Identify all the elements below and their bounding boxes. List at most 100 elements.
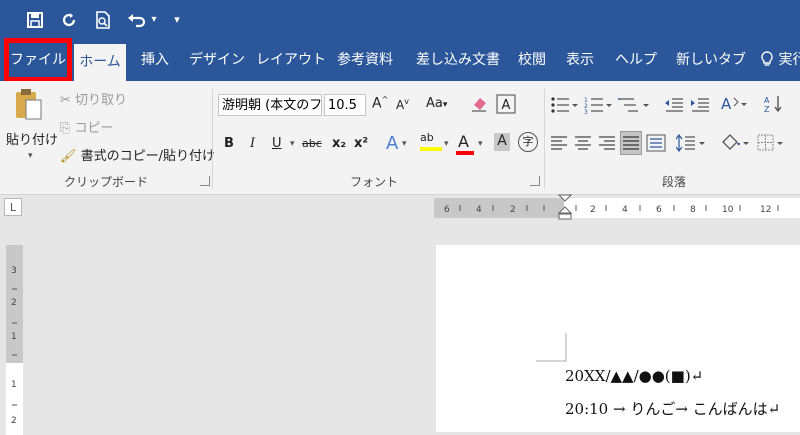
tab-references[interactable]: 参考資料 — [330, 40, 400, 81]
align-left-icon[interactable] — [550, 135, 568, 155]
cut-button[interactable]: ✂ 切り取り — [60, 89, 127, 108]
italic-button[interactable]: I — [250, 136, 255, 151]
tab-design[interactable]: デザイン — [186, 40, 248, 81]
horizontal-ruler[interactable]: 6 4 2 2 4 6 8 10 12 — [434, 194, 800, 220]
tab-view[interactable]: 表示 — [562, 40, 598, 81]
svg-text:A: A — [721, 95, 732, 113]
text-effects-button[interactable]: A — [386, 133, 398, 154]
print-preview-icon[interactable] — [92, 8, 114, 32]
font-launcher-icon[interactable] — [530, 176, 540, 186]
align-right-icon[interactable] — [598, 135, 616, 155]
ruler-tick-label: 2 — [11, 298, 17, 308]
undo-icon[interactable] — [126, 8, 148, 32]
cut-label: 切り取り — [75, 93, 128, 108]
asian-layout-icon[interactable]: A — [720, 94, 748, 118]
enclose-characters-button[interactable]: 字 — [518, 132, 538, 152]
tab-new[interactable]: 新しいタブ — [674, 40, 748, 81]
clipboard-launcher-icon[interactable] — [200, 176, 210, 186]
borders-icon[interactable] — [756, 133, 786, 157]
decrease-indent-icon[interactable] — [664, 96, 684, 118]
document-page[interactable]: 20XX/▲▲/●●(■)↵ 20:10 → りんご→ こんばんは↵ — [436, 245, 800, 432]
format-painter-button[interactable]: 🖌 書式のコピー/貼り付け — [60, 145, 215, 164]
line-spacing-icon[interactable] — [675, 134, 706, 156]
grow-font-button[interactable]: A^ — [372, 95, 388, 112]
align-center-icon[interactable] — [574, 135, 592, 155]
copy-label: コピー — [74, 121, 114, 136]
paste-button[interactable]: 貼り付け — [6, 129, 58, 148]
font-size-input[interactable]: 10.5 — [324, 94, 366, 116]
tab-tell-me[interactable]: 実行 — [760, 40, 800, 81]
underline-dropdown-icon[interactable]: ▾ — [290, 139, 295, 149]
justify-icon[interactable] — [620, 131, 642, 155]
lightbulb-icon — [760, 51, 778, 68]
paragraph-group-label: 段落 — [662, 175, 687, 189]
bullets-icon[interactable] — [550, 96, 580, 118]
ruler-tick-label: 3 — [11, 266, 17, 276]
change-case-button[interactable]: Aa▾ — [426, 96, 447, 111]
increase-indent-icon[interactable] — [690, 96, 710, 118]
vertical-ruler[interactable]: 3 2 1 1 2 — [6, 245, 23, 435]
highlight-dropdown-icon[interactable]: ▾ — [444, 139, 449, 149]
scissors-icon: ✂ — [60, 93, 71, 108]
shading-icon[interactable] — [720, 133, 750, 157]
customize-qat-button[interactable]: ▾ — [170, 8, 184, 32]
highlight-color-bar — [420, 147, 442, 151]
svg-text:A: A — [764, 96, 770, 105]
tab-insert[interactable]: 挿入 — [134, 40, 176, 81]
distributed-icon[interactable] — [646, 134, 666, 156]
ruler-tick-label: 6 — [656, 205, 662, 215]
strikethrough-button[interactable]: abc — [302, 137, 322, 150]
highlight-button[interactable]: ab — [420, 131, 434, 144]
tab-layout[interactable]: レイアウト — [256, 40, 326, 81]
autosave-refresh-icon[interactable] — [58, 8, 80, 32]
tab-review[interactable]: 校閲 — [514, 40, 550, 81]
clear-formatting-icon[interactable] — [470, 95, 490, 117]
document-line-1[interactable]: 20XX/▲▲/●●(■)↵ — [565, 367, 703, 385]
tab-selector[interactable]: L — [4, 198, 22, 216]
paste-dropdown-icon[interactable]: ▾ — [28, 151, 33, 161]
underline-button[interactable]: U — [272, 136, 282, 151]
ribbon-tabs: ホーム 挿入 デザイン レイアウト 参考資料 差し込み文書 校閲 表示 ヘルプ … — [0, 40, 800, 81]
multilevel-list-icon[interactable] — [618, 96, 652, 118]
grow-font-label: A — [372, 95, 382, 112]
ruler-tick-label: 2 — [590, 205, 596, 215]
numbering-icon[interactable]: 123 — [584, 96, 614, 118]
superscript-button[interactable]: x² — [354, 136, 368, 151]
ruler-tick-label: 4 — [622, 205, 628, 215]
shrink-font-button[interactable]: Av — [396, 97, 409, 112]
ruler-tick-label: 6 — [444, 205, 450, 215]
ruler-ticks: 3 2 1 1 2 — [11, 266, 17, 426]
sort-icon[interactable]: AZ — [764, 94, 784, 118]
paste-icon[interactable] — [14, 87, 44, 125]
change-case-label: Aa — [426, 96, 443, 111]
ruler-tick-label: 1 — [11, 332, 17, 342]
font-group-label: フォント — [350, 175, 399, 189]
character-shading-button[interactable]: A — [494, 133, 510, 151]
tab-file[interactable]: ファイル — [4, 38, 72, 82]
format-painter-label: 書式のコピー/貼り付け — [80, 149, 216, 164]
bold-button[interactable]: B — [224, 136, 234, 151]
text-effects-dropdown-icon[interactable]: ▾ — [402, 139, 407, 149]
shrink-font-label: A — [396, 98, 405, 112]
divider — [544, 89, 545, 189]
character-border-icon[interactable]: A — [496, 94, 516, 118]
document-line-2[interactable]: 20:10 → りんご→ こんばんは↵ — [565, 398, 780, 419]
font-color-button[interactable]: A — [458, 132, 469, 151]
tab-help[interactable]: ヘルプ — [614, 40, 658, 81]
clipboard-group-label: クリップボード — [64, 175, 149, 189]
ruler-tick-label: 4 — [476, 205, 482, 215]
tab-home[interactable]: ホーム — [74, 44, 126, 81]
font-name-input[interactable]: 游明朝 (本文のフォント — [218, 94, 322, 116]
paintbrush-icon: 🖌 — [60, 149, 77, 164]
font-color-dropdown-icon[interactable]: ▾ — [478, 139, 483, 149]
undo-dropdown-icon[interactable]: ▾ — [148, 8, 160, 32]
font-color-bar — [456, 151, 474, 155]
tab-mailings[interactable]: 差し込み文書 — [410, 40, 506, 81]
svg-text:3: 3 — [584, 109, 588, 114]
indent-marker-icon[interactable] — [558, 194, 572, 220]
subscript-button[interactable]: x₂ — [332, 136, 346, 151]
ruler-tick-label: 1 — [11, 380, 17, 390]
copy-button[interactable]: ⎘ コピー — [60, 117, 114, 136]
quick-access-toolbar: ▾ ▾ — [0, 0, 800, 40]
save-icon[interactable] — [24, 8, 46, 32]
